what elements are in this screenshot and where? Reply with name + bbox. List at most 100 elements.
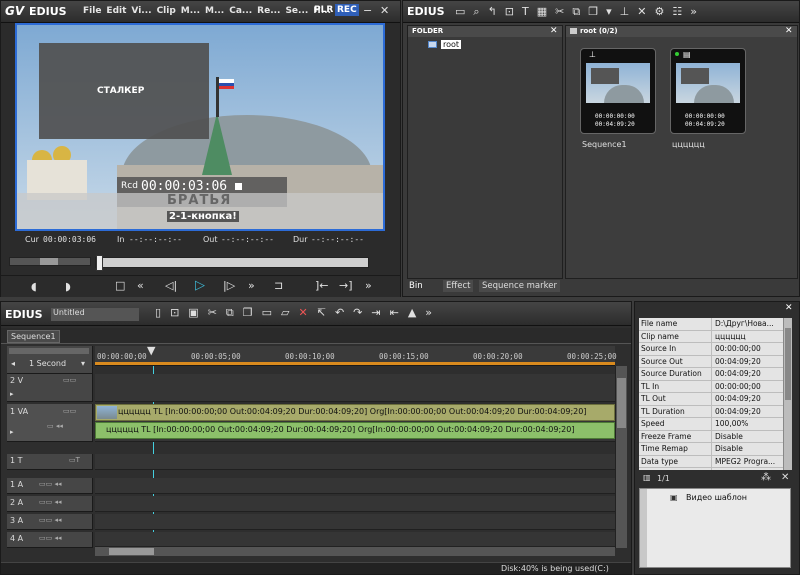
property-row[interactable]: TL Out 00:04:09;20	[639, 393, 783, 406]
set-in-icon[interactable]: ◖	[31, 280, 37, 293]
book-icon[interactable]: ▭	[262, 306, 272, 320]
show-in-player-icon[interactable]: ▾	[606, 5, 612, 19]
scale-left-icon[interactable]: ◂	[11, 359, 15, 368]
undo-icon[interactable]: ↶	[335, 306, 344, 320]
menu-file[interactable]: File	[83, 6, 101, 16]
track-1va-lock-icon[interactable]: ▭▭	[63, 407, 76, 415]
tab-sequence1[interactable]: Sequence1	[7, 330, 60, 343]
more-icon[interactable]: »	[365, 279, 372, 292]
template-item-label[interactable]: Видео шаблон	[686, 493, 747, 502]
open-project-icon[interactable]: ⊡	[170, 306, 179, 320]
step-forward-icon[interactable]: |▷	[223, 279, 235, 292]
info-close-icon[interactable]: ✕	[785, 303, 793, 313]
split-icon[interactable]: ⇤	[390, 306, 399, 320]
track-header-2a[interactable]: 2 A ▭▭ ◂◂	[7, 496, 93, 512]
property-row[interactable]: Source Out 00:04:09;20	[639, 355, 783, 368]
insert-icon[interactable]: ]←	[315, 279, 329, 292]
play-icon[interactable]: ▷	[195, 278, 205, 293]
property-row[interactable]: File Video Stan...----	[639, 468, 783, 470]
video-clip[interactable]: цццццц TL [In:00:00:00;00 Out:00:04:09;2…	[95, 404, 615, 421]
redo-icon[interactable]: ↷	[353, 306, 362, 320]
timeline-horizontal-scrollbar[interactable]	[95, 546, 615, 556]
add-to-timeline-icon[interactable]: ⊥	[620, 5, 630, 19]
plr-button[interactable]: PLR	[314, 5, 333, 15]
ripple-icon[interactable]: ↸	[317, 306, 326, 320]
property-row[interactable]: Source Duration 00:04:09;20	[639, 368, 783, 381]
add-clip-icon[interactable]: ⊡	[505, 5, 514, 19]
property-row[interactable]: File name D:\Друг\Нова...	[639, 318, 783, 331]
new-project-icon[interactable]: ▯	[155, 306, 161, 320]
track-header-4a[interactable]: 4 A ▭▭ ◂◂	[7, 532, 93, 548]
track-1va-audio-icon[interactable]: ▭ ◂◂	[47, 422, 63, 430]
property-row[interactable]: Freeze Frame Disable	[639, 430, 783, 443]
more-icon[interactable]: »	[425, 306, 432, 320]
close-icon[interactable]: ✕	[380, 4, 389, 17]
track-2a[interactable]	[95, 496, 615, 512]
save-icon[interactable]: ▣	[188, 306, 198, 320]
cut-icon[interactable]: ✂	[208, 306, 217, 320]
folder-icon[interactable]: ▭	[455, 5, 465, 19]
property-row[interactable]: TL Duration 00:04:09;20	[639, 405, 783, 418]
property-row[interactable]: Data type MPEG2 Progra...	[639, 455, 783, 468]
track-header-2v[interactable]: 2 V ▭▭ ▸	[7, 374, 93, 402]
timeline-vertical-scrollbar[interactable]	[615, 366, 627, 548]
audio-clip[interactable]: цццццц TL [In:00:00:00;00 Out:00:04:09;2…	[95, 422, 615, 439]
template-close-icon[interactable]: ✕	[781, 472, 789, 483]
zoom-slider[interactable]	[9, 348, 89, 354]
track-3a[interactable]	[95, 514, 615, 530]
menu-view[interactable]: Vi...	[131, 6, 151, 16]
scale-dropdown-icon[interactable]: ▾	[81, 359, 85, 368]
snap-icon[interactable]: ▱	[281, 306, 289, 320]
view-icon[interactable]: ☷	[672, 5, 682, 19]
menu-settings[interactable]: Se...	[285, 6, 308, 16]
track-1a-controls-icon[interactable]: ▭▭ ◂◂	[39, 480, 61, 488]
track-4a-controls-icon[interactable]: ▭▭ ◂◂	[39, 534, 61, 542]
property-row[interactable]: Source In 00:00:00;00	[639, 343, 783, 356]
track-2v[interactable]	[95, 374, 615, 402]
title-icon[interactable]: T	[522, 5, 529, 19]
property-row[interactable]: Clip name цццццц	[639, 330, 783, 343]
folder-close-icon[interactable]: ✕	[550, 26, 558, 36]
copy-icon[interactable]: ⧉	[572, 5, 580, 19]
track-1a[interactable]	[95, 478, 615, 494]
stop-icon[interactable]: □	[115, 279, 125, 292]
tab-bin[interactable]: Bin	[409, 281, 423, 291]
marker-icon[interactable]: ▲	[408, 306, 416, 320]
properties-icon[interactable]: ⚙	[654, 5, 664, 19]
menu-edit[interactable]: Edit	[106, 6, 126, 16]
search-icon[interactable]: ⌕	[473, 5, 479, 19]
playhead-handle-icon[interactable]: ▼	[147, 344, 155, 357]
expand-icon[interactable]: »	[690, 5, 697, 19]
track-1va-expand-icon[interactable]: ▸	[10, 428, 14, 436]
track-1t-lock-icon[interactable]: ▭T	[69, 456, 80, 464]
root-folder-item[interactable]: root	[441, 40, 462, 49]
property-row[interactable]: Speed 100,00%	[639, 418, 783, 431]
track-header-1t[interactable]: 1 T ▭T	[7, 454, 93, 470]
menu-capture[interactable]: Ca...	[229, 6, 252, 16]
scale-label[interactable]: 1 Second	[29, 359, 66, 368]
track-header-3a[interactable]: 3 A ▭▭ ◂◂	[7, 514, 93, 530]
property-row[interactable]: TL In 00:00:00;00	[639, 380, 783, 393]
property-row[interactable]: Time Remap Disable	[639, 443, 783, 456]
track-lock-icon[interactable]: ▭▭	[63, 376, 76, 384]
clip-thumbnail-sequence1[interactable]: ⊥ 00:00:00:00 00:04:09:20	[580, 48, 656, 134]
trim-icon[interactable]: ⇥	[371, 306, 380, 320]
track-3a-controls-icon[interactable]: ▭▭ ◂◂	[39, 516, 61, 524]
step-back-icon[interactable]: ◁|	[165, 279, 177, 292]
fast-forward-icon[interactable]: »	[248, 279, 255, 292]
copy-icon[interactable]: ⧉	[226, 306, 234, 320]
position-scrubber[interactable]	[95, 255, 369, 271]
vscroll-thumb[interactable]	[617, 378, 626, 428]
track-1t[interactable]	[95, 454, 615, 470]
set-out-icon[interactable]: ◗	[65, 280, 71, 293]
template-options-icon[interactable]: ⁂	[761, 472, 771, 483]
properties-scroll-thumb[interactable]	[785, 328, 791, 400]
hscroll-thumb[interactable]	[109, 548, 154, 555]
clip-thumbnail-2[interactable]: ▤ 00:00:00:00 00:04:09:20	[670, 48, 746, 134]
track-1va[interactable]: цццццц TL [In:00:00:00;00 Out:00:04:09;2…	[95, 404, 615, 442]
rec-button[interactable]: REC	[335, 4, 359, 16]
properties-scrollbar[interactable]	[783, 318, 792, 470]
delete-icon[interactable]: ✕	[637, 5, 646, 19]
jog-handle[interactable]	[40, 258, 58, 265]
minimize-icon[interactable]: −	[363, 4, 372, 17]
